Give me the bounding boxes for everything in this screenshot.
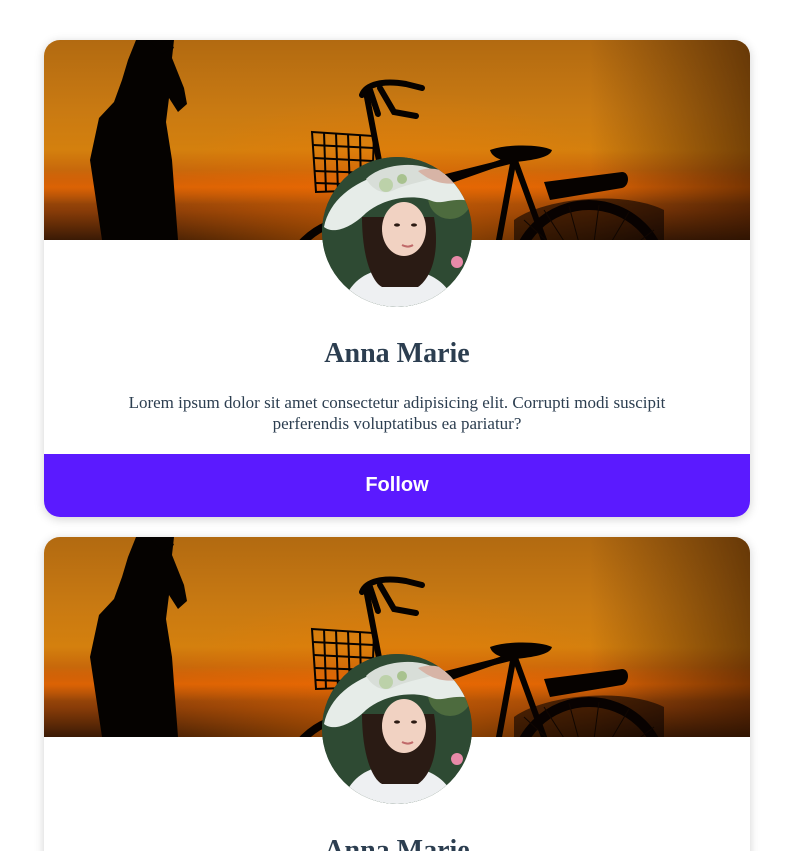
page: Anna Marie Lorem ipsum dolor sit amet co… (0, 0, 787, 851)
profile-name: Anna Marie (324, 338, 470, 369)
avatar (322, 654, 472, 804)
profile-card: Anna Marie Lorem ipsum dolor sit amet co… (44, 40, 750, 517)
follow-button[interactable]: Follow (44, 454, 750, 517)
profile-card: Anna Marie (44, 537, 750, 851)
profile-name: Anna Marie (324, 835, 470, 851)
avatar-image (322, 157, 472, 307)
avatar (322, 157, 472, 307)
profile-bio: Lorem ipsum dolor sit amet consectetur a… (128, 393, 666, 433)
avatar-image (322, 654, 472, 804)
